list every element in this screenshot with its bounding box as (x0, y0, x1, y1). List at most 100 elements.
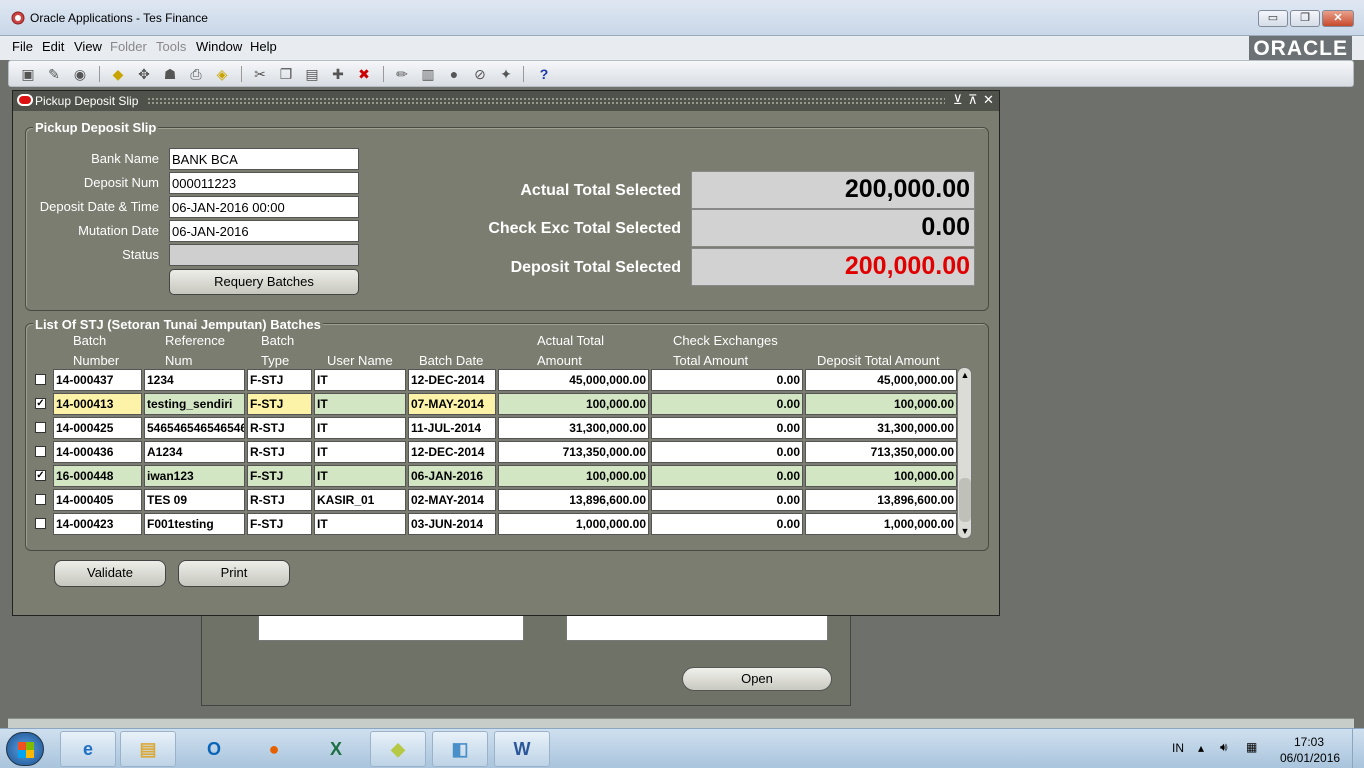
batch-cell-number[interactable]: 14-000436 (53, 441, 142, 463)
copy-icon[interactable]: ❐ (277, 66, 295, 82)
batch-cell-check[interactable]: 0.00 (651, 441, 803, 463)
paste-icon[interactable]: ▤ (303, 66, 321, 82)
word-icon[interactable]: W (494, 731, 550, 767)
batch-cell-deposit[interactable]: 31,300,000.00 (805, 417, 957, 439)
minimize-dialog-icon[interactable]: ⊻ (953, 92, 963, 108)
row-select-checkbox[interactable] (35, 422, 46, 433)
close-dialog-icon[interactable]: ✕ (983, 92, 994, 108)
clock-date[interactable]: 06/01/2016 (1280, 751, 1340, 765)
batch-cell-ref[interactable]: testing_sendiri (144, 393, 245, 415)
batch-cell-user[interactable]: IT (314, 417, 406, 439)
batch-cell-actual[interactable]: 1,000,000.00 (498, 513, 649, 535)
row-select-checkbox[interactable]: ✓ (35, 470, 46, 481)
requery-batches-button[interactable]: Requery Batches (169, 269, 359, 295)
new-record-icon[interactable]: ✚ (329, 66, 347, 82)
batch-cell-check[interactable]: 0.00 (651, 513, 803, 535)
close-window-button[interactable]: ✕ (1322, 10, 1354, 27)
scroll-down-icon[interactable]: ▼ (959, 525, 971, 537)
batch-cell-actual[interactable]: 713,350,000.00 (498, 441, 649, 463)
scroll-thumb[interactable] (959, 478, 971, 522)
batch-cell-check[interactable]: 0.00 (651, 465, 803, 487)
batch-cell-date[interactable]: 02-MAY-2014 (408, 489, 496, 511)
translations-icon[interactable]: ● (445, 66, 463, 82)
network-icon[interactable]: ▦ (1246, 740, 1257, 754)
batch-cell-ref[interactable]: A1234 (144, 441, 245, 463)
menu-tools[interactable]: Tools (156, 39, 186, 54)
zoom-icon[interactable]: ▥ (419, 66, 437, 82)
find-icon[interactable]: ✎ (45, 66, 63, 82)
delete-record-icon[interactable]: ✖ (355, 66, 373, 82)
firefox-icon[interactable]: ● (246, 731, 302, 767)
batch-cell-type[interactable]: R-STJ (247, 417, 312, 439)
edit-field-icon[interactable]: ✏ (393, 66, 411, 82)
internet-explorer-icon[interactable]: e (60, 731, 116, 767)
scroll-up-icon[interactable]: ▲ (959, 369, 971, 381)
status-field[interactable] (169, 244, 359, 266)
navigator-icon[interactable]: ◉ (71, 66, 89, 82)
batch-cell-date[interactable]: 06-JAN-2016 (408, 465, 496, 487)
show-desktop-button[interactable] (1352, 729, 1364, 768)
clock-time[interactable]: 17:03 (1294, 735, 1324, 749)
batch-cell-date[interactable]: 11-JUL-2014 (408, 417, 496, 439)
batch-cell-type[interactable]: R-STJ (247, 489, 312, 511)
row-select-checkbox[interactable]: ✓ (35, 398, 46, 409)
batch-cell-ref[interactable]: TES 09 (144, 489, 245, 511)
batch-cell-date[interactable]: 12-DEC-2014 (408, 369, 496, 391)
batch-cell-check[interactable]: 0.00 (651, 393, 803, 415)
batch-cell-actual[interactable]: 100,000.00 (498, 393, 649, 415)
snipping-tool-icon[interactable]: ◧ (432, 731, 488, 767)
close-form-icon[interactable]: ◈ (213, 66, 231, 82)
show-hidden-icons-icon[interactable]: ▴ (1198, 741, 1204, 755)
batch-cell-deposit[interactable]: 45,000,000.00 (805, 369, 957, 391)
start-button[interactable] (6, 732, 44, 766)
batch-cell-number[interactable]: 14-000437 (53, 369, 142, 391)
next-step-icon[interactable]: ✥ (135, 66, 153, 82)
batch-cell-type[interactable]: F-STJ (247, 393, 312, 415)
batch-cell-actual[interactable]: 13,896,600.00 (498, 489, 649, 511)
batch-cell-actual[interactable]: 45,000,000.00 (498, 369, 649, 391)
batch-cell-user[interactable]: KASIR_01 (314, 489, 406, 511)
batch-cell-user[interactable]: IT (314, 441, 406, 463)
batch-cell-deposit[interactable]: 13,896,600.00 (805, 489, 957, 511)
mutation-date-field[interactable]: 06-JAN-2016 (169, 220, 359, 242)
open-button[interactable]: Open (682, 667, 832, 691)
row-select-checkbox[interactable] (35, 518, 46, 529)
menu-view[interactable]: View (74, 39, 102, 54)
batch-cell-deposit[interactable]: 100,000.00 (805, 393, 957, 415)
menu-folder[interactable]: Folder (110, 39, 147, 54)
batch-cell-date[interactable]: 03-JUN-2014 (408, 513, 496, 535)
help-icon[interactable]: ? (535, 66, 553, 82)
batch-cell-number[interactable]: 14-000413 (53, 393, 142, 415)
menu-edit[interactable]: Edit (42, 39, 64, 54)
batch-cell-ref[interactable]: F001testing (144, 513, 245, 535)
batch-cell-ref[interactable]: 5465465465465465 (144, 417, 245, 439)
batch-cell-type[interactable]: F-STJ (247, 465, 312, 487)
excel-icon[interactable]: X (308, 731, 364, 767)
restore-button[interactable]: ❐ (1290, 10, 1320, 27)
file-explorer-icon[interactable]: ▤ (120, 731, 176, 767)
language-indicator[interactable]: IN (1172, 741, 1184, 755)
batch-cell-ref[interactable]: iwan123 (144, 465, 245, 487)
batch-cell-check[interactable]: 0.00 (651, 417, 803, 439)
row-select-checkbox[interactable] (35, 446, 46, 457)
batch-cell-deposit[interactable]: 1,000,000.00 (805, 513, 957, 535)
outlook-icon[interactable]: O (186, 731, 242, 767)
batch-cell-number[interactable]: 14-000405 (53, 489, 142, 511)
menu-window[interactable]: Window (196, 39, 242, 54)
validate-button[interactable]: Validate (54, 560, 166, 587)
batch-cell-date[interactable]: 12-DEC-2014 (408, 441, 496, 463)
batch-cell-actual[interactable]: 31,300,000.00 (498, 417, 649, 439)
batch-cell-number[interactable]: 16-000448 (53, 465, 142, 487)
batch-cell-number[interactable]: 14-000425 (53, 417, 142, 439)
batch-cell-type[interactable]: R-STJ (247, 441, 312, 463)
batch-cell-ref[interactable]: 1234 (144, 369, 245, 391)
batch-cell-check[interactable]: 0.00 (651, 369, 803, 391)
switch-responsibility-icon[interactable]: ☗ (161, 66, 179, 82)
dialog-titlebar[interactable]: Pickup Deposit Slip ⊻ ⊼ ✕ (13, 91, 999, 111)
print-icon[interactable]: ⎙ (187, 66, 205, 82)
sticky-notes-icon[interactable]: ◆ (370, 731, 426, 767)
bank-name-field[interactable]: BANK BCA (169, 148, 359, 170)
batch-cell-actual[interactable]: 100,000.00 (498, 465, 649, 487)
volume-icon[interactable]: 🔊︎ (1220, 740, 1228, 755)
print-button[interactable]: Print (178, 560, 290, 587)
